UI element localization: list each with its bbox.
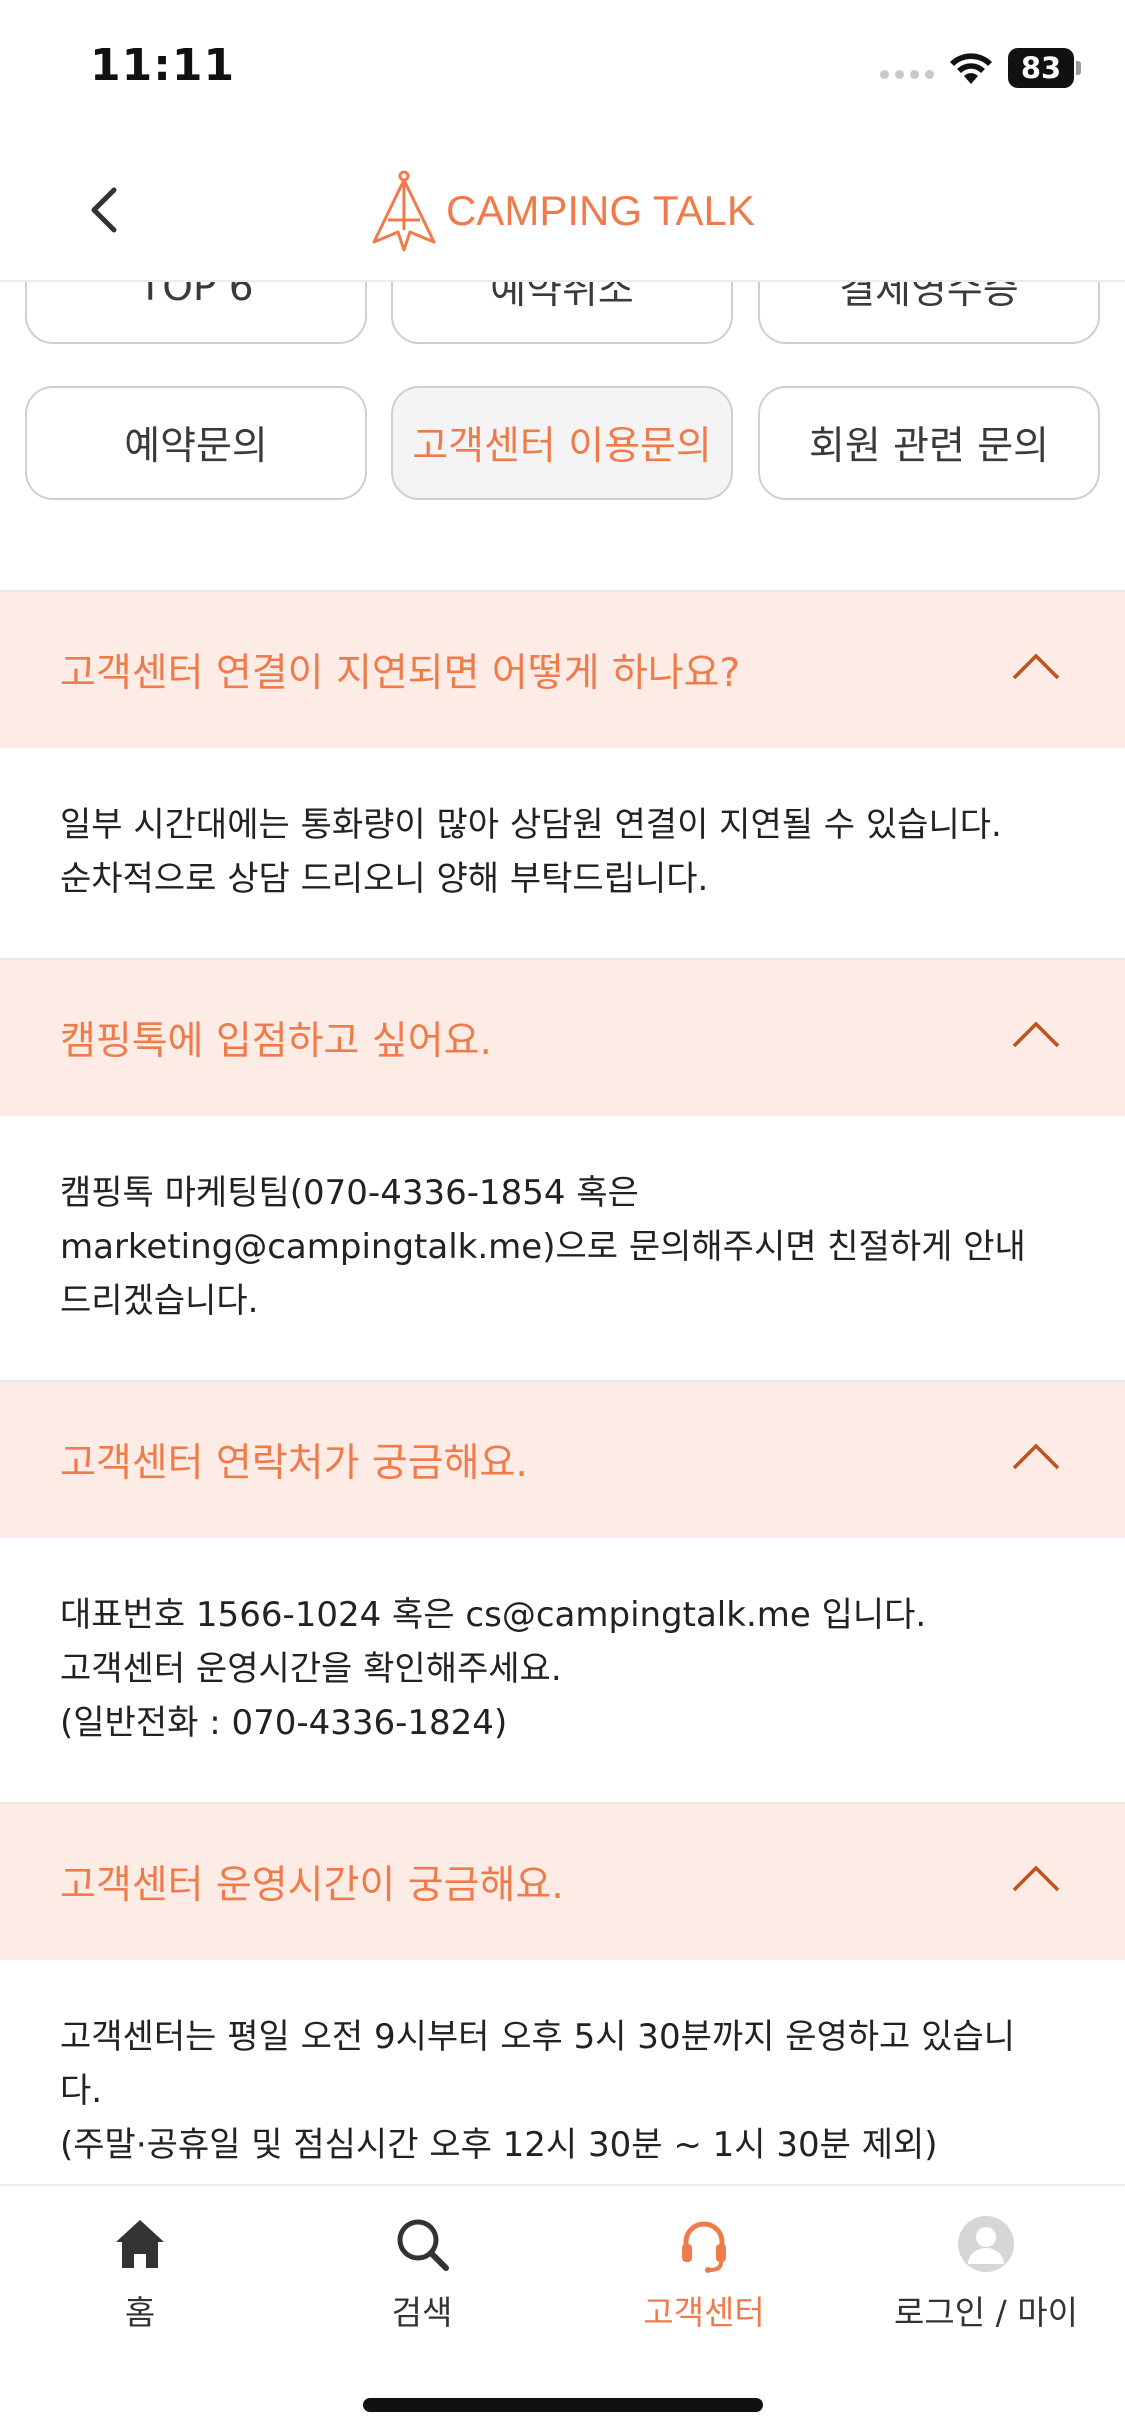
chip-customer-center[interactable]: 고객센터 이용문의 xyxy=(391,386,733,500)
tab-label: 로그인 / 마이 xyxy=(894,2293,1078,2332)
wifi-icon xyxy=(950,53,992,84)
chip-top6[interactable]: TOP 6 xyxy=(25,282,367,344)
headset-icon xyxy=(682,2221,726,2273)
faq-question[interactable]: 캠핑톡에 입점하고 싶어요. xyxy=(0,960,1125,1116)
chip-reservation-inquiry[interactable]: 예약문의 xyxy=(25,386,367,500)
faq-item: 고객센터 운영시간이 궁금해요. 고객센터는 평일 오전 9시부터 오후 5시 … xyxy=(0,1802,1125,2224)
chevron-up-icon xyxy=(1012,1443,1060,1470)
category-chips: TOP 6 예약취소 결제영수증 예약문의 고객센터 이용문의 회원 관련 문의 xyxy=(0,282,1125,590)
status-bar: 11:11 83 xyxy=(0,0,1125,140)
search-icon xyxy=(397,2219,449,2271)
chevron-up-icon xyxy=(1012,1865,1060,1892)
chevron-up-icon xyxy=(1012,653,1060,680)
faq-question[interactable]: 고객센터 연락처가 궁금해요. xyxy=(0,1382,1125,1538)
faq-item: 고객센터 연결이 지연되면 어떻게 하나요? 일부 시간대에는 통화량이 많아 … xyxy=(0,590,1125,958)
tab-label: 홈 xyxy=(124,2293,156,2332)
app-header: CAMPING TALK xyxy=(0,140,1125,282)
tab-search[interactable]: 검색 xyxy=(322,2214,522,2344)
tab-customer-center[interactable]: 고객센터 xyxy=(604,2214,804,2344)
page: 11:11 83 CAMPING TALK TOP 6 예약취소 결제영수증 예… xyxy=(0,0,1125,2436)
home-indicator xyxy=(363,2398,763,2412)
tab-label: 고객센터 xyxy=(643,2293,765,2332)
logo[interactable]: CAMPING TALK xyxy=(368,168,755,254)
faq-list: 고객센터 연결이 지연되면 어떻게 하나요? 일부 시간대에는 통화량이 많아 … xyxy=(0,590,1125,2224)
chip-payment-receipt[interactable]: 결제영수증 xyxy=(758,282,1100,344)
tent-icon xyxy=(372,170,436,252)
battery-icon: 83 xyxy=(1008,48,1082,88)
faq-question[interactable]: 고객센터 운영시간이 궁금해요. xyxy=(0,1804,1125,1960)
avatar-icon xyxy=(958,2216,1014,2272)
tab-home[interactable]: 홈 xyxy=(40,2214,240,2344)
tab-bar: 홈 검색 고객센터 로그인 / 마이 xyxy=(0,2184,1125,2436)
chevron-up-icon xyxy=(1012,1021,1060,1048)
back-button[interactable] xyxy=(72,170,142,250)
status-time: 11:11 xyxy=(90,40,236,91)
faq-item: 캠핑톡에 입점하고 싶어요. 캠핑톡 마케팅팀(070-4336-1854 혹은… xyxy=(0,958,1125,1380)
tab-label: 검색 xyxy=(391,2293,453,2332)
home-icon xyxy=(116,2220,164,2268)
battery-level: 83 xyxy=(1008,48,1074,88)
tab-login-my[interactable]: 로그인 / 마이 xyxy=(886,2214,1086,2344)
signal-dots-icon xyxy=(880,70,934,79)
faq-question[interactable]: 고객센터 연결이 지연되면 어떻게 하나요? xyxy=(0,592,1125,748)
chip-reservation-cancel[interactable]: 예약취소 xyxy=(391,282,733,344)
faq-answer: 일부 시간대에는 통화량이 많아 상담원 연결이 지연될 수 있습니다. 순차적… xyxy=(0,748,1125,958)
faq-answer: 대표번호 1566-1024 혹은 cs@campingtalk.me 입니다.… xyxy=(0,1538,1125,1802)
chip-member-inquiry[interactable]: 회원 관련 문의 xyxy=(758,386,1100,500)
faq-answer: 캠핑톡 마케팅팀(070-4336-1854 혹은 marketing@camp… xyxy=(0,1116,1125,1380)
faq-item: 고객센터 연락처가 궁금해요. 대표번호 1566-1024 혹은 cs@cam… xyxy=(0,1380,1125,1802)
logo-text: CAMPING TALK xyxy=(446,187,755,234)
